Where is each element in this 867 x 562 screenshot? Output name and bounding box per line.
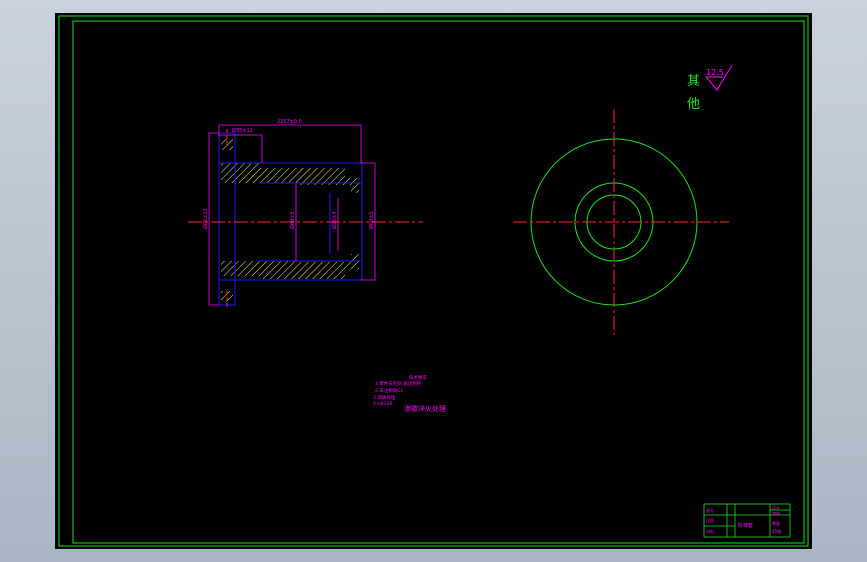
note-line-4: 3.调质处理 — [373, 394, 396, 401]
dim-left-ext — [208, 132, 219, 306]
end-view[interactable] — [513, 109, 729, 335]
tb-material: 45钢 — [772, 528, 781, 534]
section-view[interactable]: 2257±0.0 Ø35±12 Ø66±12 Ø60±5 Ø26±4 Ø60±5 — [188, 119, 423, 309]
note-line-3: 2.未注倒角C1 — [375, 387, 403, 394]
note-footer: 渗碳淬火处理 — [404, 404, 446, 413]
note-line-2: 1.零件去毛刺,锐边倒钝 — [375, 380, 422, 387]
note-line-1: 技术要求 — [409, 374, 427, 381]
roughness-value: 12.5 — [706, 68, 724, 77]
note-line-5: 4.HB200 — [373, 401, 392, 407]
dim-right-dia: Ø60±5 — [368, 211, 375, 229]
roughness-label-2: 他 — [687, 97, 700, 112]
roughness-symbol: 其 他 12.5 — [687, 64, 733, 112]
technical-notes: 技术要求 1.零件去毛刺,锐边倒钝 2.未注倒角C1 3.调质处理 4.HB20… — [373, 374, 446, 413]
drawing-canvas[interactable]: 2257±0.0 Ø35±12 Ø66±12 Ø60±5 Ø26±4 Ø60±5… — [55, 13, 812, 549]
tb-cell-3: 材料 — [706, 528, 714, 534]
tb-cell-2: 比例 — [706, 517, 714, 523]
hatch-bottom-body — [221, 254, 359, 279]
dim-top-short: Ø35±12 — [232, 127, 253, 134]
hatch-top-body — [221, 163, 359, 193]
tb-cell-6: 数量 — [772, 520, 780, 526]
title-block[interactable]: 图号 比例 材料 设计 审核 数量 阶梯套 45钢 — [703, 503, 791, 538]
tb-part-name: 阶梯套 — [738, 522, 753, 529]
roughness-label-1: 其 — [687, 74, 700, 89]
tb-cell-1: 图号 — [706, 507, 714, 513]
dim-left-dia: Ø66±12 — [202, 208, 209, 229]
left-flange-outline — [218, 132, 236, 306]
dim-mid-dia: Ø60±5 — [289, 211, 296, 229]
dim-inner-dia: Ø26±4 — [331, 211, 338, 229]
tb-cell-5: 审核 — [772, 510, 780, 516]
tb-cell-4: 设计 — [772, 504, 780, 510]
dim-top-long: 2257±0.0 — [277, 119, 302, 125]
outer-frame — [58, 15, 809, 547]
cad-viewport[interactable]: 2257±0.0 Ø35±12 Ø66±12 Ø60±5 Ø26±4 Ø60±5… — [55, 13, 812, 549]
